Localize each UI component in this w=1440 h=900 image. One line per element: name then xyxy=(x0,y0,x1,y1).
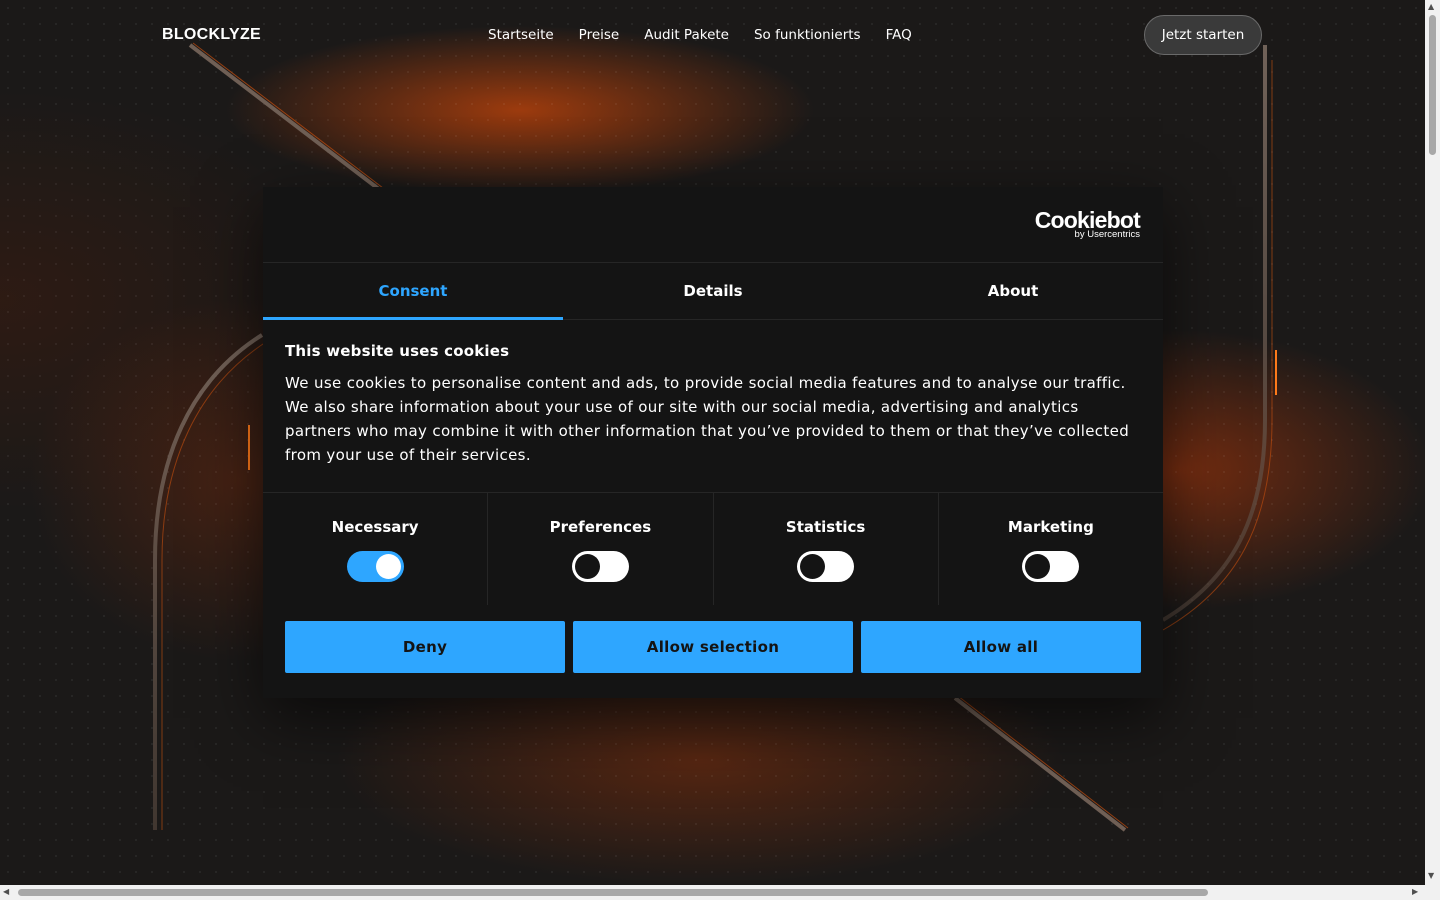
toggle-knob xyxy=(375,554,401,579)
toggle-label-statistics: Statistics xyxy=(785,518,866,536)
allow-all-button[interactable]: Allow all xyxy=(861,621,1141,673)
vertical-scrollbar[interactable]: ▲ ▼ xyxy=(1425,0,1440,885)
tab-about[interactable]: About xyxy=(863,263,1163,319)
nav-link-so-funktionierts[interactable]: So funktionierts xyxy=(754,26,861,44)
dialog-header: Cookiebot by Usercentrics xyxy=(263,187,1163,263)
cookiebot-logo: Cookiebot by Usercentrics xyxy=(1035,208,1141,240)
deny-button[interactable]: Deny xyxy=(285,621,565,673)
scroll-right-arrow-icon[interactable]: ▶ xyxy=(1412,888,1418,896)
consent-title: This website uses cookies xyxy=(285,342,510,360)
consent-toggles: Necessary Preferences Statistics Marketi… xyxy=(263,493,1163,605)
toggle-group-preferences: Preferences xyxy=(488,493,714,605)
preferences-toggle[interactable] xyxy=(571,551,629,582)
necessary-toggle[interactable] xyxy=(346,551,404,582)
scroll-left-arrow-icon[interactable]: ◀ xyxy=(3,888,9,896)
statistics-toggle[interactable] xyxy=(797,551,855,582)
horizontal-scrollbar[interactable]: ◀ ▶ xyxy=(0,885,1425,900)
consent-body: This website uses cookies We use cookies… xyxy=(263,320,1163,493)
toggle-knob xyxy=(1025,554,1051,579)
toggle-knob xyxy=(574,554,600,579)
scroll-down-arrow-icon[interactable]: ▼ xyxy=(1428,872,1434,880)
nav-link-audit-pakete[interactable]: Audit Pakete xyxy=(644,26,729,44)
toggle-label-marketing: Marketing xyxy=(1007,518,1094,536)
allow-selection-button[interactable]: Allow selection xyxy=(573,621,853,673)
nav-link-startseite[interactable]: Startseite xyxy=(488,26,554,44)
page-background: BLOCKLYZE Startseite Preise Audit Pakete… xyxy=(0,0,1425,885)
tab-consent[interactable]: Consent xyxy=(263,263,563,320)
marketing-toggle[interactable] xyxy=(1022,551,1080,582)
cookie-consent-dialog: Cookiebot by Usercentrics Consent Detail… xyxy=(263,187,1163,698)
get-started-button[interactable]: Jetzt starten xyxy=(1144,15,1262,55)
horizontal-scrollbar-thumb[interactable] xyxy=(18,889,1208,896)
toggle-knob xyxy=(800,554,826,579)
dialog-tabs: Consent Details About xyxy=(263,263,1163,320)
toggle-group-necessary: Necessary xyxy=(263,493,489,605)
toggle-group-marketing: Marketing xyxy=(939,493,1163,605)
tab-details[interactable]: Details xyxy=(563,263,863,319)
nav-link-preise[interactable]: Preise xyxy=(579,26,620,44)
consent-text: We use cookies to personalise content an… xyxy=(285,374,1130,464)
brand-logo[interactable]: BLOCKLYZE xyxy=(162,26,261,44)
nav-link-faq[interactable]: FAQ xyxy=(886,26,912,44)
consent-buttons: Deny Allow selection Allow all xyxy=(263,605,1163,673)
toggle-label-preferences: Preferences xyxy=(549,518,652,536)
scrollbar-corner xyxy=(1425,885,1440,900)
toggle-label-necessary: Necessary xyxy=(331,518,419,536)
main-nav: Startseite Preise Audit Pakete So funkti… xyxy=(488,26,912,44)
vertical-scrollbar-thumb[interactable] xyxy=(1429,15,1436,155)
toggle-group-statistics: Statistics xyxy=(714,493,939,605)
scroll-up-arrow-icon[interactable]: ▲ xyxy=(1428,3,1434,11)
